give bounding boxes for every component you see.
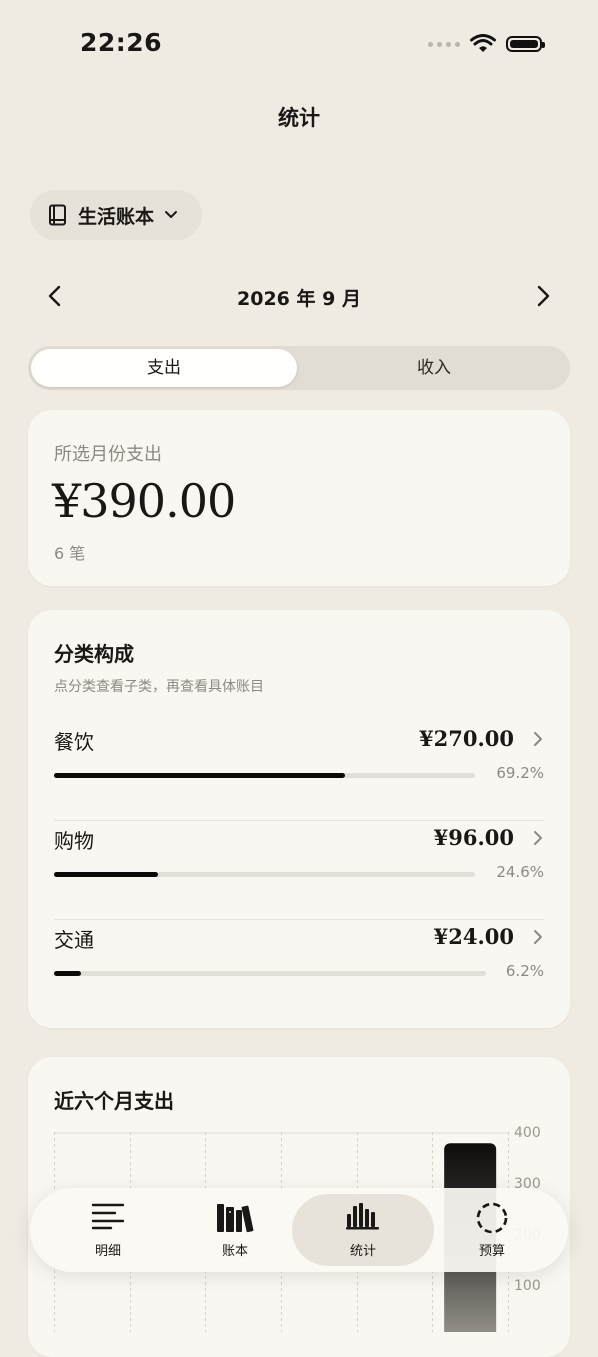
- category-name: 交通: [54, 928, 94, 952]
- category-bar-fill: [54, 872, 158, 877]
- tab-label: 账本: [221, 1244, 248, 1259]
- tab-ledgers[interactable]: 账本: [171, 1188, 299, 1272]
- status-time: 22:26: [80, 28, 163, 57]
- summary-amount: ¥390.00: [52, 474, 236, 528]
- category-name: 餐饮: [54, 730, 94, 754]
- segment-income[interactable]: 收入: [301, 349, 567, 387]
- bar-chart-icon: [346, 1203, 379, 1230]
- category-breakdown-card: 分类构成 点分类查看子类，再查看具体账目 餐饮 ¥270.00 69.2% 购物…: [28, 610, 570, 1028]
- summary-label: 所选月份支出: [54, 444, 162, 465]
- list-icon: [91, 1203, 125, 1230]
- category-title: 分类构成: [54, 642, 134, 666]
- category-bar-fill: [54, 971, 81, 976]
- chevron-right-icon[interactable]: [534, 284, 552, 308]
- month-label: 2026 年 9 月: [237, 288, 361, 310]
- summary-count: 6 笔: [54, 544, 86, 563]
- category-row-transport[interactable]: 交通 ¥24.00 6.2%: [54, 924, 544, 1023]
- category-bar-track: [54, 773, 475, 778]
- tab-details[interactable]: 明细: [44, 1188, 172, 1272]
- y-tick-label: 400: [514, 1125, 541, 1141]
- signal-icon: [428, 41, 460, 47]
- segment-expense[interactable]: 支出: [31, 349, 297, 387]
- ledger-selector-button[interactable]: 生活账本: [30, 190, 202, 240]
- divider: [54, 919, 544, 920]
- page-title: 统计: [278, 106, 320, 130]
- tab-label: 明细: [94, 1244, 121, 1259]
- ledger-label: 生活账本: [78, 205, 155, 228]
- status-icons: [428, 34, 545, 54]
- category-percent: 69.2%: [496, 764, 544, 782]
- dashed-circle-icon: [476, 1202, 508, 1234]
- category-subtitle: 点分类查看子类，再查看具体账目: [54, 679, 264, 695]
- tab-budget[interactable]: 预算: [428, 1188, 556, 1272]
- book-icon: [49, 204, 66, 226]
- tab-label: 预算: [478, 1244, 505, 1259]
- wifi-icon: [470, 34, 496, 52]
- category-name: 购物: [54, 829, 94, 853]
- divider: [54, 820, 544, 821]
- category-amount: ¥270.00: [419, 726, 514, 751]
- tab-bar: 明细 账本 统计 预算: [30, 1188, 568, 1272]
- chevron-down-icon: [165, 211, 178, 218]
- category-amount: ¥24.00: [433, 924, 514, 949]
- category-bar-track: [54, 971, 486, 976]
- chevron-right-icon: [534, 930, 542, 944]
- category-percent: 6.2%: [505, 962, 544, 980]
- battery-icon: [506, 36, 545, 52]
- chevron-right-icon: [534, 732, 542, 746]
- chevron-right-icon: [534, 831, 542, 845]
- trend-title: 近六个月支出: [54, 1089, 174, 1113]
- type-segment-control: 支出 收入: [28, 346, 570, 390]
- category-bar-fill: [54, 773, 346, 778]
- category-row-shopping[interactable]: 购物 ¥96.00 24.6%: [54, 825, 544, 924]
- summary-card: 所选月份支出 ¥390.00 6 笔: [28, 410, 570, 586]
- category-amount: ¥96.00: [433, 825, 514, 850]
- category-row-dining[interactable]: 餐饮 ¥270.00 69.2%: [54, 726, 544, 825]
- books-icon: [217, 1204, 254, 1233]
- y-tick-label: 100: [514, 1278, 541, 1294]
- tab-statistics[interactable]: 统计: [292, 1194, 434, 1266]
- tab-label: 统计: [349, 1244, 376, 1259]
- month-navigator: 2026 年 9 月: [0, 282, 598, 312]
- category-bar-track: [54, 872, 475, 877]
- category-percent: 24.6%: [496, 863, 544, 881]
